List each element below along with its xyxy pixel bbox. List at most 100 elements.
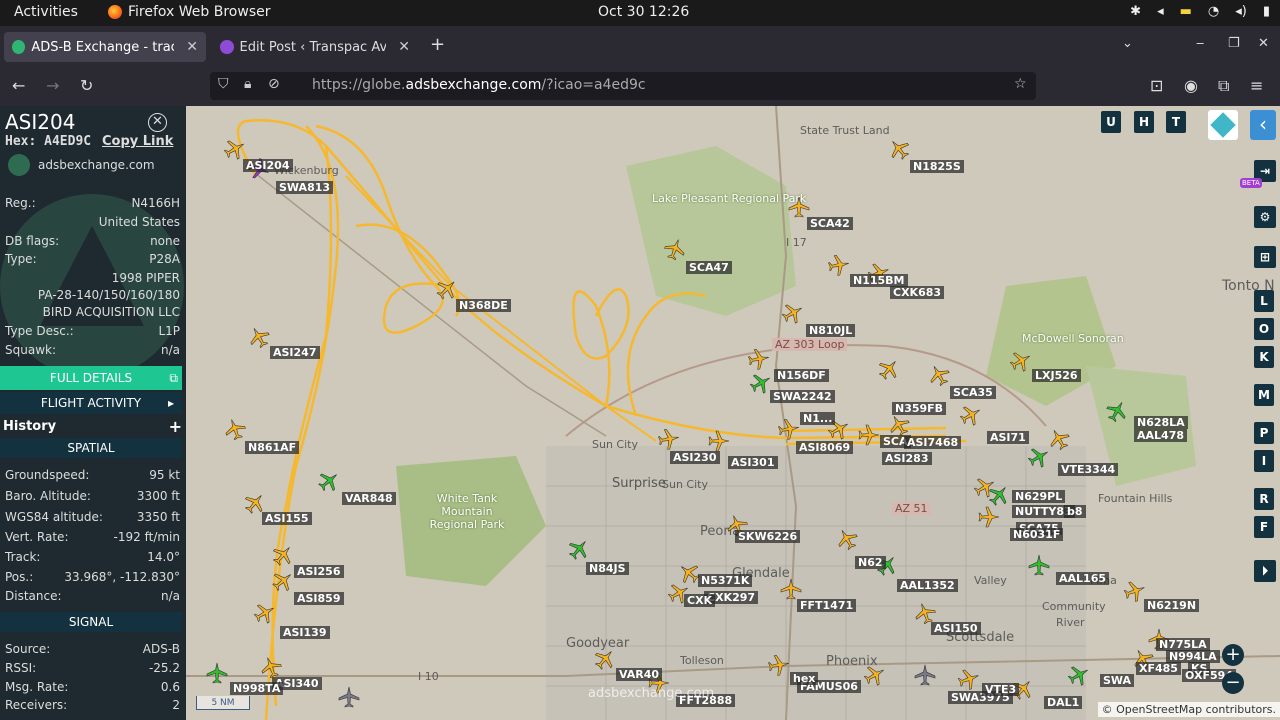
aircraft-icon[interactable]: [834, 526, 860, 552]
aircraft-icon[interactable]: [776, 416, 802, 442]
aircraft-icon[interactable]: [592, 646, 618, 672]
aircraft-label[interactable]: N998TA: [230, 682, 284, 695]
aircraft-icon[interactable]: [246, 324, 272, 350]
aircraft-label[interactable]: b8: [1064, 505, 1086, 518]
site-link[interactable]: adsbexchange.com: [8, 154, 155, 176]
aircraft-icon[interactable]: [336, 684, 362, 710]
h-toggle-button[interactable]: H: [1134, 111, 1154, 133]
clock[interactable]: Oct 30 12:26: [598, 4, 689, 20]
aircraft-icon[interactable]: [662, 236, 688, 262]
aircraft-label[interactable]: AAL478: [1134, 429, 1187, 442]
aircraft-icon[interactable]: [912, 662, 938, 688]
aircraft-label[interactable]: VAR40: [616, 668, 663, 681]
reload-icon[interactable]: ↻: [80, 76, 93, 95]
tab-edit-post[interactable]: Edit Post ‹ Transpac Aviat ✕: [212, 32, 418, 62]
forward-arrow-icon[interactable]: →: [46, 76, 59, 95]
aircraft-icon[interactable]: [656, 426, 682, 452]
aircraft-label[interactable]: N861AF: [245, 441, 300, 454]
aircraft-label[interactable]: AAL165: [1056, 572, 1109, 585]
maximize-button[interactable]: ❐: [1228, 36, 1240, 51]
close-tab-icon[interactable]: ✕: [398, 39, 410, 55]
aircraft-label[interactable]: ASI256: [294, 565, 344, 578]
aircraft-label[interactable]: ASI150: [931, 622, 981, 635]
aircraft-label[interactable]: ASI230: [670, 451, 720, 464]
p-toggle-button[interactable]: P: [1254, 422, 1274, 444]
aircraft-icon[interactable]: [926, 362, 952, 388]
aircraft-label[interactable]: N62: [855, 556, 886, 569]
aircraft-label[interactable]: SKW6226: [735, 530, 801, 543]
aircraft-label[interactable]: N1...: [800, 412, 836, 425]
aircraft-icon[interactable]: [222, 416, 248, 442]
lock-icon[interactable]: 🔒︎: [244, 76, 251, 92]
url-text[interactable]: https://globe.adsbexchange.com/?icao=a4e…: [312, 77, 646, 93]
r-toggle-button[interactable]: R: [1254, 488, 1274, 510]
aircraft-label[interactable]: N156DF: [774, 369, 829, 382]
aircraft-label[interactable]: N84JS: [586, 562, 629, 575]
aircraft-label[interactable]: XF485: [1136, 662, 1181, 675]
aircraft-icon[interactable]: [1104, 398, 1130, 424]
collapse-panel-button[interactable]: ‹: [1250, 110, 1276, 140]
aircraft-label[interactable]: N368DE: [456, 299, 511, 312]
aircraft-label[interactable]: LXJ526: [1032, 369, 1081, 382]
aircraft-label[interactable]: N359FB: [892, 402, 947, 415]
i-toggle-button[interactable]: I: [1254, 450, 1274, 472]
aircraft-label[interactable]: AAL1352: [897, 579, 958, 592]
aircraft-label[interactable]: SCA42: [807, 217, 853, 230]
aircraft-icon[interactable]: [826, 252, 852, 278]
shield-icon[interactable]: ⛉: [218, 76, 229, 92]
full-details-button[interactable]: FULL DETAILS ⧉: [0, 366, 182, 390]
aircraft-icon[interactable]: [1066, 662, 1092, 688]
aircraft-label[interactable]: FFT1471: [797, 599, 857, 612]
aircraft-label[interactable]: ASI155: [262, 512, 312, 525]
aircraft-icon[interactable]: [958, 402, 984, 428]
tab-adsb[interactable]: ADS-B Exchange - track a ✕: [4, 32, 206, 62]
aircraft-icon[interactable]: [976, 504, 1002, 530]
aircraft-label[interactable]: CXK683: [890, 286, 945, 299]
aircraft-icon[interactable]: [780, 300, 806, 326]
aircraft-icon[interactable]: [1026, 552, 1052, 578]
aircraft-icon[interactable]: [252, 600, 278, 626]
aircraft-label[interactable]: CXK: [684, 594, 716, 607]
aircraft-label[interactable]: N628LA: [1134, 416, 1188, 429]
aircraft-icon[interactable]: [766, 652, 792, 678]
aircraft-label[interactable]: ASI8069: [796, 441, 854, 454]
back-arrow-icon[interactable]: ←: [12, 76, 25, 95]
aircraft-icon[interactable]: [566, 536, 592, 562]
map-view[interactable]: Wickenburg State Trust Land Lake Pleasan…: [186, 106, 1280, 720]
t-toggle-button[interactable]: T: [1166, 111, 1186, 133]
copy-link-button[interactable]: Copy Link: [102, 134, 173, 149]
activities-button[interactable]: Activities: [14, 4, 78, 20]
filter-icon[interactable]: ⊞: [1254, 246, 1276, 268]
menu-icon[interactable]: ≡: [1250, 76, 1263, 95]
app-menu[interactable]: Firefox Web Browser: [108, 4, 271, 20]
replay-icon[interactable]: ⏵: [1254, 560, 1276, 582]
aircraft-icon[interactable]: [856, 422, 882, 448]
account-icon[interactable]: ◉: [1184, 76, 1198, 95]
f-toggle-button[interactable]: F: [1254, 516, 1274, 538]
permissions-icon[interactable]: ⊘: [268, 76, 280, 92]
aircraft-label[interactable]: ASI247: [270, 346, 320, 359]
aircraft-label[interactable]: ASI7468: [904, 436, 962, 449]
new-tab-button[interactable]: +: [430, 34, 445, 55]
aircraft-icon[interactable]: [746, 346, 772, 372]
aircraft-label[interactable]: VTE3344: [1058, 463, 1119, 476]
address-bar[interactable]: ⛉ 🔒︎ ⊘ https://globe.adsbexchange.com/?i…: [210, 72, 1036, 100]
aircraft-label[interactable]: N6031F: [1010, 528, 1064, 541]
m-toggle-button[interactable]: M: [1254, 384, 1274, 406]
tab-list-chevron-down-icon[interactable]: ⌄: [1122, 36, 1133, 51]
aircraft-icon[interactable]: [876, 356, 902, 382]
k-toggle-button[interactable]: K: [1254, 346, 1274, 368]
aircraft-label[interactable]: ASI301: [728, 456, 778, 469]
settings-gear-icon[interactable]: ⚙: [1254, 206, 1276, 228]
u-toggle-button[interactable]: U: [1101, 111, 1121, 133]
aircraft-label[interactable]: SWA2242: [770, 390, 835, 403]
aircraft-label[interactable]: N810JL: [806, 324, 856, 337]
aircraft-label[interactable]: hex: [790, 672, 819, 685]
o-toggle-button[interactable]: O: [1254, 318, 1274, 340]
aircraft-label[interactable]: VAR848: [342, 492, 396, 505]
history-header[interactable]: History +: [0, 417, 186, 439]
bookmark-star-icon[interactable]: ☆: [1014, 76, 1027, 92]
flight-activity-button[interactable]: FLIGHT ACTIVITY ▸: [0, 392, 182, 414]
minimize-button[interactable]: ‒: [1196, 36, 1204, 51]
attribution[interactable]: © OpenStreetMap contributors.: [1097, 702, 1280, 717]
